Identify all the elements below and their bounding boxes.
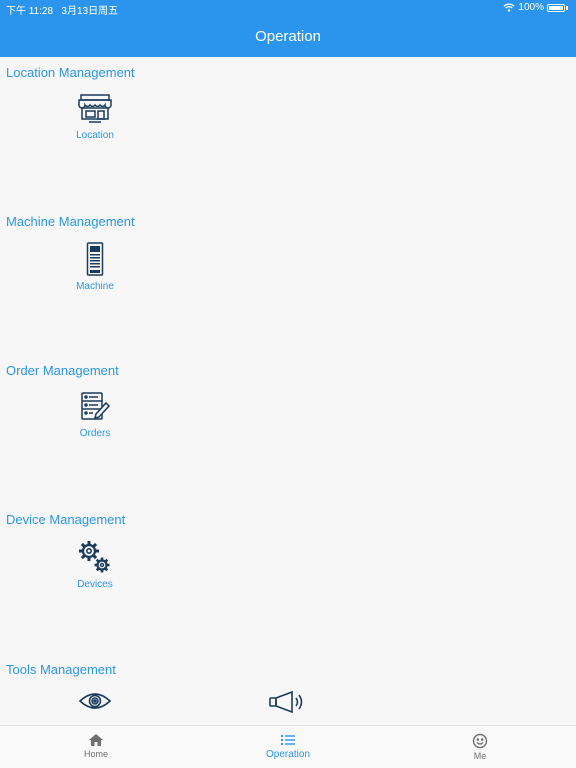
battery-percent: 100% (518, 2, 544, 13)
section-tools-management: Tools Management (0, 654, 576, 725)
tab-home[interactable]: Home (0, 726, 192, 768)
eye-tool-tile[interactable] (40, 690, 150, 712)
status-time-date: 下午 11:28 3月13日周五 (6, 2, 118, 17)
section-title: Tools Management (6, 662, 116, 677)
store-icon (78, 94, 112, 123)
page-title: Operation (255, 28, 321, 45)
section-title: Order Management (6, 363, 119, 378)
nav-bar: Operation (0, 16, 576, 57)
megaphone-tool-tile[interactable] (232, 690, 342, 714)
orders-label: Orders (79, 428, 111, 439)
machine-tile[interactable]: Machine (40, 242, 150, 292)
devices-tile[interactable]: Devices (40, 540, 150, 590)
wifi-icon (503, 3, 515, 12)
battery-icon (547, 3, 565, 12)
tab-operation[interactable]: Operation (192, 726, 384, 768)
orders-edit-icon (81, 392, 111, 420)
home-icon (89, 734, 103, 746)
tab-me-label: Me (473, 751, 487, 761)
machine-label: Machine (76, 281, 114, 292)
section-device-management: Device Management Devices (0, 504, 576, 654)
list-icon (281, 735, 295, 745)
section-order-management: Order Management Orders (0, 355, 576, 505)
location-tile[interactable]: Location (40, 93, 150, 141)
eye-icon (78, 693, 112, 709)
section-title: Location Management (6, 65, 135, 80)
vending-machine-icon (86, 242, 104, 276)
megaphone-icon (269, 690, 303, 714)
section-title: Machine Management (6, 214, 135, 229)
tab-me[interactable]: Me (384, 726, 576, 768)
location-label: Location (76, 130, 114, 141)
gears-icon (79, 541, 110, 573)
tab-operation-label: Operation (266, 749, 310, 760)
status-bar: 下午 11:28 3月13日周五 100% (0, 0, 576, 17)
section-machine-management: Machine Management Machine (0, 206, 576, 356)
devices-label: Devices (77, 579, 113, 590)
orders-tile[interactable]: Orders (40, 391, 150, 439)
tab-bar: Home Operation Me (0, 725, 576, 768)
battery-tip (566, 5, 568, 10)
section-location-management: Location Management Location (0, 57, 576, 207)
section-title: Device Management (6, 512, 126, 527)
tab-home-label: Home (83, 749, 108, 759)
smiley-icon (472, 733, 488, 749)
operation-content[interactable]: Location Management Location Machine Man… (0, 57, 576, 725)
status-right: 100% (503, 2, 568, 13)
